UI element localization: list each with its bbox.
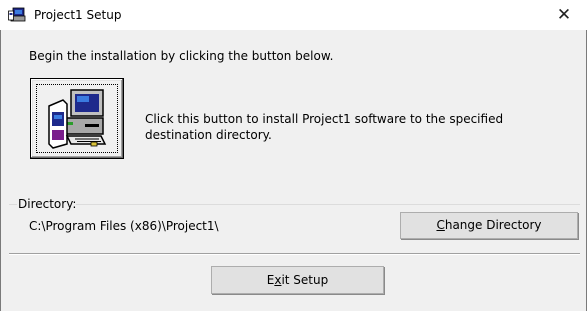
change-directory-button[interactable]: Change Directory [400, 212, 578, 239]
button-label: it Setup [281, 273, 329, 287]
install-button[interactable] [30, 78, 124, 159]
window-border-left [0, 30, 1, 311]
close-button[interactable]: ✕ [541, 0, 587, 30]
install-description: Click this button to install Project1 so… [145, 112, 504, 142]
button-label: hange Directory [444, 218, 542, 232]
directory-legend: Directory: [18, 197, 77, 211]
group-frame [72, 204, 580, 205]
directory-path: C:\Program Files (x86)\Project1\ [29, 219, 219, 233]
intro-text: Begin the installation by clicking the b… [29, 49, 334, 63]
computer-install-icon [48, 89, 107, 149]
group-frame [9, 204, 17, 205]
close-icon: ✕ [556, 5, 572, 25]
exit-setup-button[interactable]: Exit Setup [211, 266, 384, 294]
separator-highlight [9, 254, 580, 255]
title-bar: Project1 Setup ✕ [0, 0, 587, 30]
mnemonic-underline: C [436, 218, 445, 232]
window-title: Project1 Setup [34, 8, 122, 22]
setup-computer-icon [8, 7, 26, 22]
